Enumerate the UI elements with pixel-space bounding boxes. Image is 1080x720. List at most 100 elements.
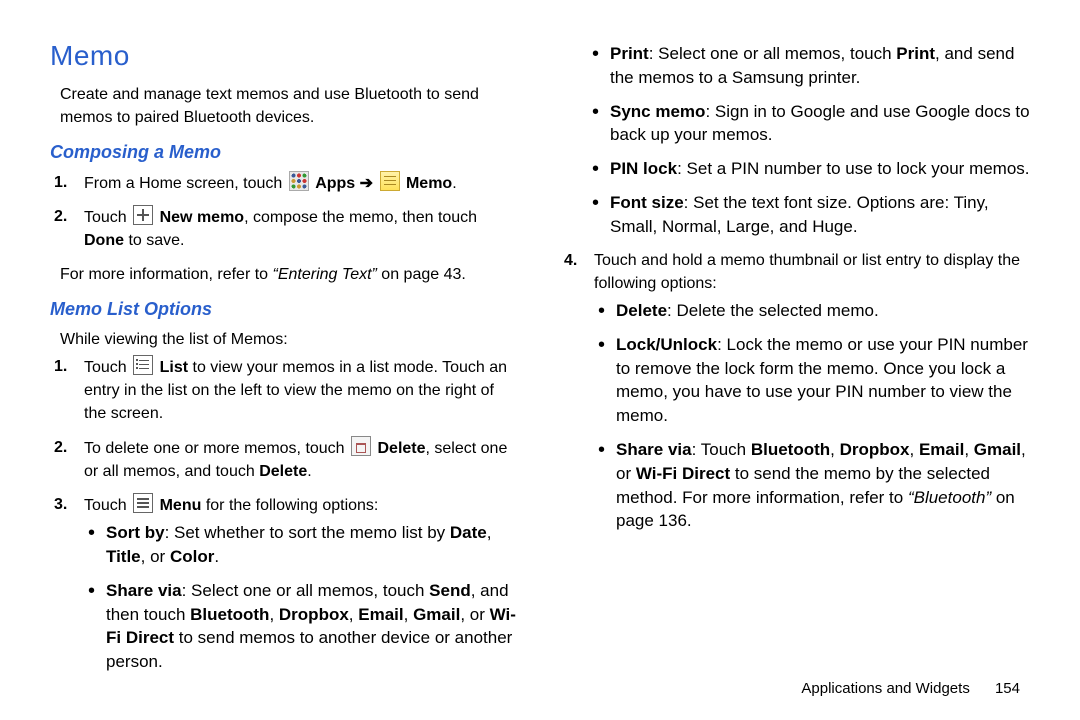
email: Email xyxy=(919,440,964,459)
title: Title xyxy=(106,547,141,566)
gmail: Gmail xyxy=(413,605,460,624)
done-label: Done xyxy=(84,232,124,249)
text: , xyxy=(830,440,839,459)
arrow-icon: ➔ xyxy=(360,175,378,192)
label: Sync memo xyxy=(610,102,705,121)
listopts-intro: While viewing the list of Memos: xyxy=(60,328,520,351)
listopts-steps: Touch List to view your memos in a list … xyxy=(50,355,520,674)
new-memo-icon xyxy=(133,205,153,225)
list-label: List xyxy=(160,359,188,376)
label: Lock/Unlock xyxy=(616,335,717,354)
listopts-step-3: Touch Menu for the following options: So… xyxy=(78,493,520,674)
text: on page 43. xyxy=(377,266,466,283)
print: Print xyxy=(896,44,935,63)
menu-options: Sort by: Set whether to sort the memo li… xyxy=(84,521,520,674)
apps-icon xyxy=(289,171,309,191)
page-footer: Applications and Widgets 154 xyxy=(801,678,1020,700)
composing-heading: Composing a Memo xyxy=(50,139,520,165)
memo-label: Memo xyxy=(406,175,452,192)
text: to save. xyxy=(124,232,184,249)
label: Share via xyxy=(616,440,692,459)
opt-fontsize: Font size: Set the text font size. Optio… xyxy=(606,191,1030,239)
text: for the following options: xyxy=(201,497,378,514)
text: : Set whether to sort the memo list by xyxy=(165,523,450,542)
text: , compose the memo, then touch xyxy=(244,209,477,226)
text: , xyxy=(487,523,492,542)
gmail: Gmail xyxy=(974,440,1021,459)
manual-page: Memo Create and manage text memos and us… xyxy=(0,0,1080,660)
opt-print: Print: Select one or all memos, touch Pr… xyxy=(606,42,1030,90)
label: Share via xyxy=(106,581,182,600)
listopts-step-4-wrap: Touch and hold a memo thumbnail or list … xyxy=(560,249,1030,534)
delete-label: Delete xyxy=(377,440,425,457)
label: Font size xyxy=(610,193,684,212)
text: , xyxy=(269,605,278,624)
text: From a Home screen, touch xyxy=(84,175,287,192)
listopts-step-4: Touch and hold a memo thumbnail or list … xyxy=(588,249,1030,534)
footer-page-number: 154 xyxy=(974,678,1020,700)
newmemo-label: New memo xyxy=(160,209,244,226)
text: To delete one or more memos, touch xyxy=(84,440,349,457)
ref-link: “Entering Text” xyxy=(273,266,377,283)
text: , xyxy=(910,440,919,459)
text: : Delete the selected memo. xyxy=(667,301,879,320)
text: For more information, refer to xyxy=(60,266,273,283)
send: Send xyxy=(429,581,471,600)
text: : Select one or all memos, touch xyxy=(182,581,430,600)
apps-label: Apps xyxy=(315,175,355,192)
text: , or xyxy=(141,547,170,566)
color: Color xyxy=(170,547,214,566)
menu-options-cont: Print: Select one or all memos, touch Pr… xyxy=(560,42,1030,239)
text: : Set a PIN number to use to lock your m… xyxy=(677,159,1029,178)
menu-label: Menu xyxy=(160,497,202,514)
text: Touch and hold a memo thumbnail or list … xyxy=(594,252,1020,292)
opt-sharevia: Share via: Select one or all memos, touc… xyxy=(102,579,520,674)
listopts-step-2: To delete one or more memos, touch Delet… xyxy=(78,436,520,483)
email: Email xyxy=(358,605,403,624)
text: Touch xyxy=(84,497,131,514)
wifidirect: Wi-Fi Direct xyxy=(636,464,730,483)
text: Touch xyxy=(84,209,131,226)
text: , xyxy=(964,440,973,459)
listopts-heading: Memo List Options xyxy=(50,296,520,322)
left-column: Memo Create and manage text memos and us… xyxy=(50,36,520,640)
composing-step-1: From a Home screen, touch Apps ➔ Memo. xyxy=(78,171,520,195)
text: . xyxy=(214,547,219,566)
opt-sortby: Sort by: Set whether to sort the memo li… xyxy=(102,521,520,569)
ref-link: “Bluetooth” xyxy=(908,488,991,507)
text: , or xyxy=(460,605,489,624)
dropbox: Dropbox xyxy=(279,605,349,624)
text: : Touch xyxy=(692,440,751,459)
delete-icon xyxy=(351,436,371,456)
page-title: Memo xyxy=(50,36,520,77)
label: Delete xyxy=(616,301,667,320)
bluetooth: Bluetooth xyxy=(751,440,830,459)
text: Touch xyxy=(84,359,131,376)
text: . xyxy=(307,463,311,480)
opt-pinlock: PIN lock: Set a PIN number to use to loc… xyxy=(606,157,1030,181)
label: Sort by xyxy=(106,523,165,542)
dropbox: Dropbox xyxy=(840,440,910,459)
hold-options: Delete: Delete the selected memo. Lock/U… xyxy=(594,299,1030,533)
right-column: Print: Select one or all memos, touch Pr… xyxy=(560,36,1030,640)
bluetooth: Bluetooth xyxy=(190,605,269,624)
listopts-step-1: Touch List to view your memos in a list … xyxy=(78,355,520,426)
delete-label-2: Delete xyxy=(259,463,307,480)
footer-section: Applications and Widgets xyxy=(801,680,969,697)
opt-lockunlock: Lock/Unlock: Lock the memo or use your P… xyxy=(612,333,1030,428)
date: Date xyxy=(450,523,487,542)
menu-icon xyxy=(133,493,153,513)
text: , xyxy=(404,605,413,624)
opt-sharevia-2: Share via: Touch Bluetooth, Dropbox, Ema… xyxy=(612,438,1030,533)
memo-icon xyxy=(380,171,400,191)
text: : Select one or all memos, touch xyxy=(649,44,897,63)
composing-step-2: Touch New memo, compose the memo, then t… xyxy=(78,205,520,252)
text: , xyxy=(349,605,358,624)
opt-sync: Sync memo: Sign in to Google and use Goo… xyxy=(606,100,1030,148)
text: . xyxy=(452,175,456,192)
list-icon xyxy=(133,355,153,375)
intro-text: Create and manage text memos and use Blu… xyxy=(60,83,520,129)
label: PIN lock xyxy=(610,159,677,178)
composing-ref: For more information, refer to “Entering… xyxy=(60,263,520,286)
composing-steps: From a Home screen, touch Apps ➔ Memo. T… xyxy=(50,171,520,253)
